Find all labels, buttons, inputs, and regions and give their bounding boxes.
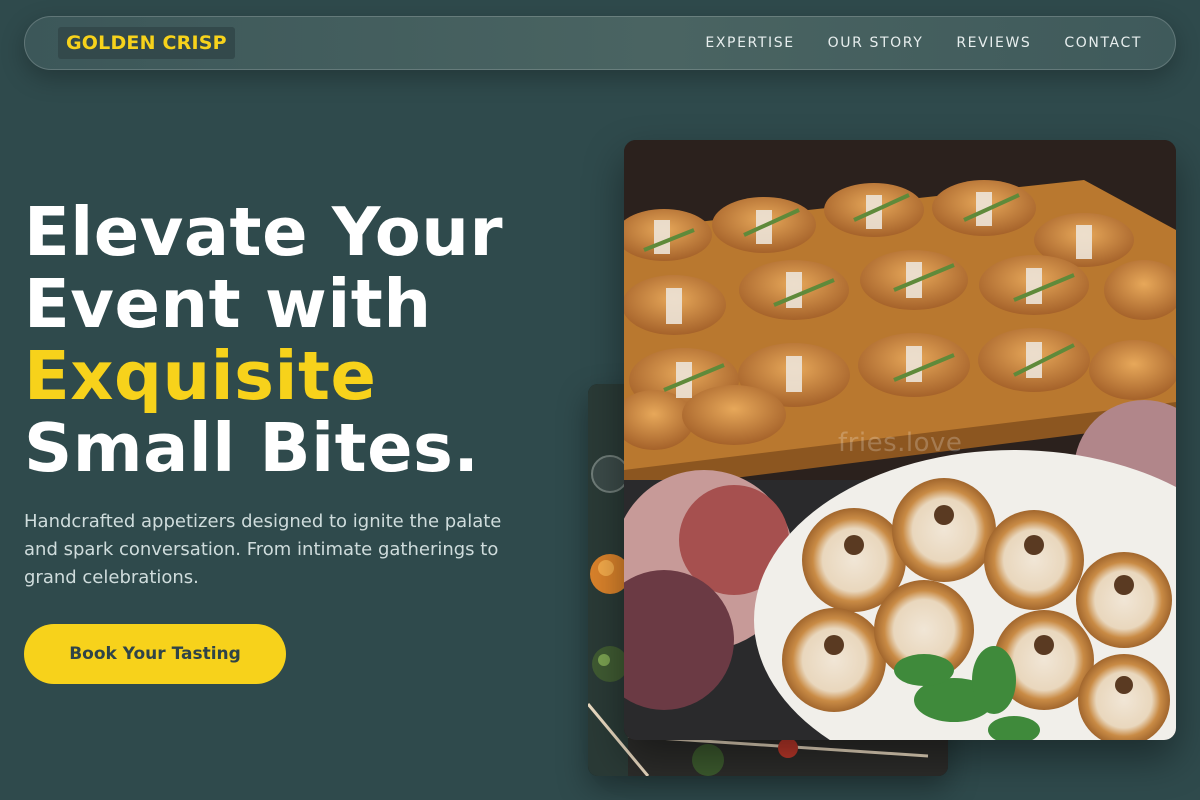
watermark-text: fries.love [838, 428, 963, 458]
hero-title-accent: Exquisite [24, 337, 377, 415]
hero-title-line-4: Small Bites. [24, 409, 480, 487]
hero-title-line-2: Event with [24, 265, 432, 343]
brand-logo[interactable]: GOLDEN CRISP [58, 27, 235, 59]
book-tasting-button[interactable]: Book Your Tasting [24, 624, 286, 684]
hero-subtitle: Handcrafted appetizers designed to ignit… [24, 511, 502, 588]
nav-links: EXPERTISE OUR STORY REVIEWS CONTACT [705, 17, 1142, 69]
nav-link-reviews[interactable]: REVIEWS [956, 35, 1031, 51]
hero-title-line-1: Elevate Your [24, 193, 503, 271]
nav-link-contact[interactable]: CONTACT [1064, 35, 1142, 51]
nav-link-expertise[interactable]: EXPERTISE [705, 35, 794, 51]
top-navbar: GOLDEN CRISP EXPERTISE OUR STORY REVIEWS… [24, 16, 1176, 70]
hero-title: Elevate Your Event with Exquisite Small … [24, 196, 503, 484]
nav-link-our-story[interactable]: OUR STORY [828, 35, 924, 51]
